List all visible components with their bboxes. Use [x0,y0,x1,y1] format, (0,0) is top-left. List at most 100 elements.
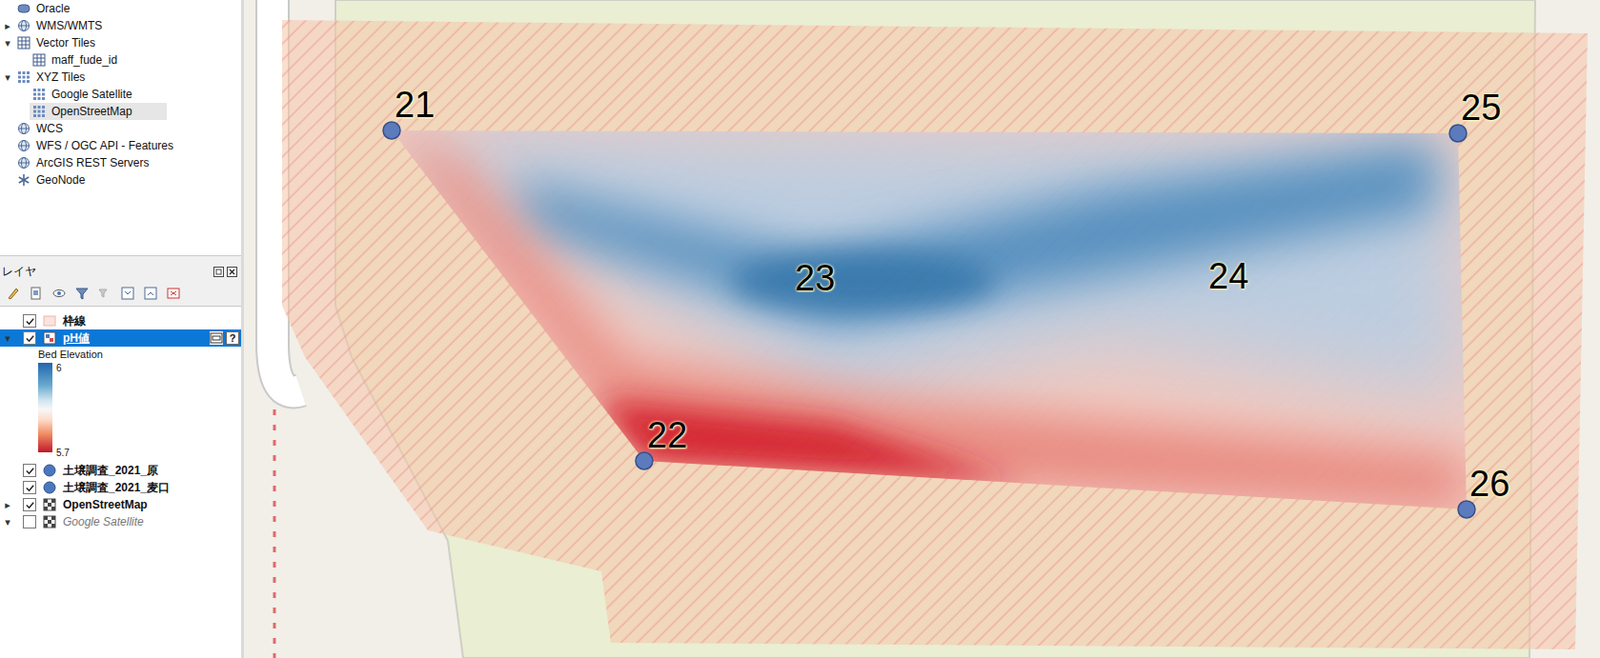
point-label: 22 [647,417,688,454]
browser-item[interactable]: ▾ Vector Tiles [0,34,242,52]
legend-max: 6 [56,363,70,374]
layer-checkbox[interactable] [22,481,37,495]
browser-item-body[interactable]: maff_fude_id [29,51,152,69]
layer-name[interactable]: 土壌調査_2021_原 [62,463,159,480]
browser-item-body[interactable]: OpenStreetMap [29,102,167,121]
browser-item-body[interactable]: WMS/WMTS [14,17,137,35]
close-icon[interactable] [226,266,238,278]
expand-all-icon[interactable] [120,285,136,302]
database-icon [17,1,31,16]
color-ramp [38,363,53,453]
browser-item[interactable]: WFS / OGC API - Features [0,137,242,155]
filter-icon[interactable] [74,285,90,302]
layer-name[interactable]: pH値 [62,330,90,347]
map-background [243,0,1600,658]
layer-row[interactable]: ▾ Google Satellite [0,513,242,531]
sample-point[interactable] [1449,124,1467,142]
sample-point[interactable] [635,452,653,470]
map-canvas[interactable]: 212223242526 [243,0,1600,658]
expand-arrow[interactable]: ▸ [0,499,15,512]
layers-panel-header: レイヤ [0,262,242,282]
xyz-tiles-icon [32,87,46,102]
check-icon [24,333,36,345]
expand-arrow[interactable]: ▸ [0,20,15,33]
browser-item-body[interactable]: Oracle [14,0,104,18]
globe-icon [17,156,31,170]
browser-item[interactable]: Google Satellite [0,85,242,103]
browser-item-body[interactable]: WFS / OGC API - Features [14,137,208,155]
browser-item[interactable]: ▾ XYZ Tiles [0,68,242,86]
xyz-tiles-icon [17,70,31,84]
point-layer-icon [42,464,57,478]
layer-row[interactable]: ▾ pH値 ? [0,329,242,347]
layer-checkbox[interactable] [22,331,37,345]
expand-arrow[interactable]: ▾ [0,332,15,345]
browser-item-label: WFS / OGC API - Features [36,139,174,153]
layers-toolbar [0,281,242,306]
layer-name[interactable]: 土壌調査_2021_麦口 [62,480,170,497]
visibility-icon[interactable] [51,285,67,302]
point-layer-icon [42,481,57,495]
browser-item-body[interactable]: Google Satellite [29,85,167,103]
legend-min: 5.7 [56,447,70,459]
boundary-line [273,409,277,658]
check-icon [24,465,36,477]
layer-checkbox[interactable] [22,314,37,328]
layer-row[interactable]: 枠線 [0,312,242,330]
browser-item-body[interactable]: GeoNode [14,171,120,189]
tile-layer-icon [42,498,57,512]
expression-icon[interactable] [97,285,113,302]
point-label: 26 [1469,465,1510,503]
layer-name[interactable]: 枠線 [62,313,86,330]
point-label: 21 [394,86,435,123]
point-label: 25 [1460,89,1501,126]
layer-row[interactable]: 土壌調査_2021_麦口 [0,479,242,497]
browser-item-label: GeoNode [36,173,85,187]
browser-item-label: XYZ Tiles [36,70,85,84]
browser-item-label: Oracle [36,1,70,16]
browser-item-body[interactable]: WCS [14,120,98,138]
qgis-window: Oracle▸ WMS/WMTS▾ Vector Tiles maff_fude… [0,0,1600,658]
browser-item[interactable]: WCS [0,120,242,138]
add-group-icon[interactable] [28,285,44,302]
help-button[interactable]: ? [225,331,240,345]
browser-item-body[interactable]: XYZ Tiles [14,68,120,86]
style-icon[interactable] [5,285,21,302]
browser-item-label: OpenStreetMap [51,104,133,119]
browser-item-body[interactable]: Vector Tiles [14,34,130,52]
layer-checkbox[interactable] [22,498,37,512]
expand-arrow[interactable]: ▾ [0,71,15,84]
side-panels: Oracle▸ WMS/WMTS▾ Vector Tiles maff_fude… [0,0,244,658]
tile-layer-icon [42,515,57,529]
layer-checkbox[interactable] [22,464,37,478]
browser-item[interactable]: Oracle [0,0,242,18]
layer-checkbox[interactable] [22,515,37,529]
browser-item[interactable]: ArcGIS REST Servers [0,154,242,172]
browser-item[interactable]: ▸ WMS/WMTS [0,17,242,35]
sample-point[interactable] [1458,501,1476,519]
layer-name[interactable]: OpenStreetMap [62,498,148,512]
layers-panel: レイヤ 枠線 ▾ pH値 ? Bed Elevation 6 5.7 土壌調査_… [0,262,242,658]
polygon-layer-icon [42,314,57,328]
layer-name[interactable]: Google Satellite [62,515,144,529]
browser-item-label: ArcGIS REST Servers [36,156,149,170]
layers-panel-title: レイヤ [1,263,37,281]
browser-item[interactable]: maff_fude_id [0,51,242,69]
layer-row[interactable]: ▸ OpenStreetMap [0,496,242,514]
sample-point[interactable] [383,121,401,140]
remove-icon[interactable] [165,285,182,302]
expand-arrow[interactable]: ▾ [0,516,15,529]
browser-item-label: maff_fude_id [51,53,118,67]
browser-item[interactable]: OpenStreetMap [0,102,242,121]
panel-splitter[interactable] [0,256,242,263]
browser-item-body[interactable]: ArcGIS REST Servers [14,154,183,172]
layer-row[interactable]: 土壌調査_2021_原 [0,462,242,480]
ph-raster [391,130,1467,510]
collapse-all-icon[interactable] [142,285,159,302]
layer-embedded-icon[interactable] [209,331,223,345]
browser-item[interactable]: GeoNode [0,171,242,189]
browser-item-label: WMS/WMTS [36,19,102,33]
globe-icon [17,19,31,33]
expand-arrow[interactable]: ▾ [0,37,15,50]
float-icon[interactable] [213,266,224,278]
